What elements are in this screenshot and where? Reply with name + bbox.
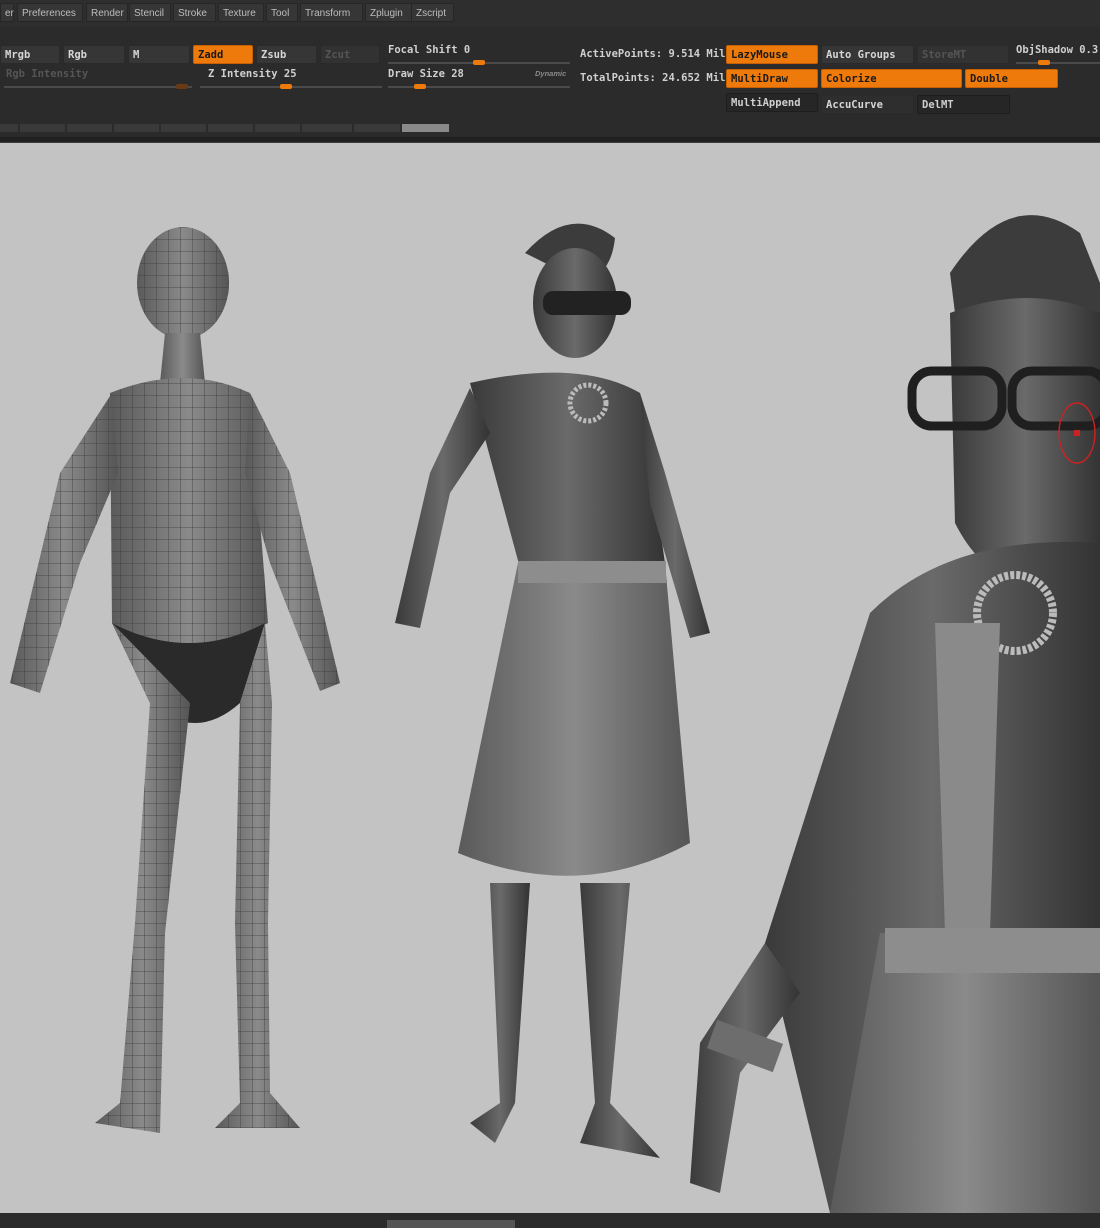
zadd-button[interactable]: Zadd: [193, 45, 253, 64]
double-button[interactable]: Double: [965, 69, 1058, 88]
objshadow-label: ObjShadow 0.3: [1016, 44, 1099, 56]
menu-item-preferences[interactable]: Preferences: [17, 3, 83, 22]
menu-item-partial[interactable]: er: [0, 3, 14, 22]
menu-bar: er Preferences Render Stencil Stroke Tex…: [0, 0, 1100, 26]
clothed-character-figure: [395, 223, 710, 1158]
delmt-button[interactable]: DelMT: [917, 95, 1010, 114]
menu-item-texture[interactable]: Texture: [218, 3, 264, 22]
objshadow-value: 0.3: [1079, 44, 1099, 56]
focal-shift-value: 0: [463, 44, 471, 56]
menu-item-stencil[interactable]: Stencil: [129, 3, 171, 22]
canvas-viewport[interactable]: [0, 143, 1100, 1213]
active-points-readout: ActivePoints: 9.514 Mil: [580, 48, 726, 60]
focal-shift-label: Focal Shift 0: [388, 44, 471, 56]
closeup-character-figure: [690, 215, 1100, 1213]
menu-item-tool[interactable]: Tool: [266, 3, 298, 22]
z-intensity-knob[interactable]: [280, 84, 292, 89]
accucurve-button[interactable]: AccuCurve: [821, 95, 914, 114]
rgb-intensity-slider[interactable]: [4, 86, 192, 88]
objshadow-knob[interactable]: [1038, 60, 1050, 65]
colorize-button[interactable]: Colorize: [821, 69, 962, 88]
rgb-intensity-knob[interactable]: [176, 84, 188, 89]
zsub-button[interactable]: Zsub: [256, 45, 317, 64]
menu-item-zscript[interactable]: Zscript: [411, 3, 454, 22]
shelf-scroll-thumb[interactable]: [402, 124, 449, 132]
z-intensity-value: 25: [283, 68, 297, 80]
rgb-intensity-label: Rgb Intensity: [6, 68, 89, 80]
z-intensity-label: Z Intensity 25: [208, 68, 297, 80]
focal-shift-knob[interactable]: [473, 60, 485, 65]
m-button[interactable]: M: [128, 45, 190, 64]
total-points-readout: TotalPoints: 24.652 Mil: [580, 72, 726, 84]
shelf-scrollbar[interactable]: [0, 124, 450, 132]
base-mesh-figure: [10, 227, 340, 1133]
draw-size-knob[interactable]: [414, 84, 426, 89]
menu-item-zplugin[interactable]: Zplugin: [365, 3, 413, 22]
multidraw-button[interactable]: MultiDraw: [726, 69, 818, 88]
top-shelf: Mrgb Rgb M Zadd Zsub Zcut Rgb Intensity …: [0, 26, 1100, 136]
objshadow-slider[interactable]: [1016, 62, 1100, 64]
storemt-button[interactable]: StoreMT: [917, 45, 1009, 64]
auto-groups-button[interactable]: Auto Groups: [821, 45, 914, 64]
draw-size-label: Draw Size 28: [388, 68, 464, 80]
lazymouse-button[interactable]: LazyMouse: [726, 45, 818, 64]
dynamic-toggle[interactable]: Dynamic: [535, 69, 566, 78]
menu-item-render[interactable]: Render: [86, 3, 128, 22]
zcut-button[interactable]: Zcut: [320, 45, 380, 64]
multiappend-button[interactable]: MultiAppend: [726, 93, 818, 112]
menu-item-stroke[interactable]: Stroke: [173, 3, 216, 22]
bottom-tray-handle[interactable]: [387, 1220, 515, 1228]
bottom-tray-bar: [0, 1213, 1100, 1228]
draw-size-value: 28: [451, 68, 464, 80]
rgb-button[interactable]: Rgb: [63, 45, 125, 64]
menu-item-transform[interactable]: Transform: [300, 3, 363, 22]
mrgb-button[interactable]: Mrgb: [0, 45, 60, 64]
